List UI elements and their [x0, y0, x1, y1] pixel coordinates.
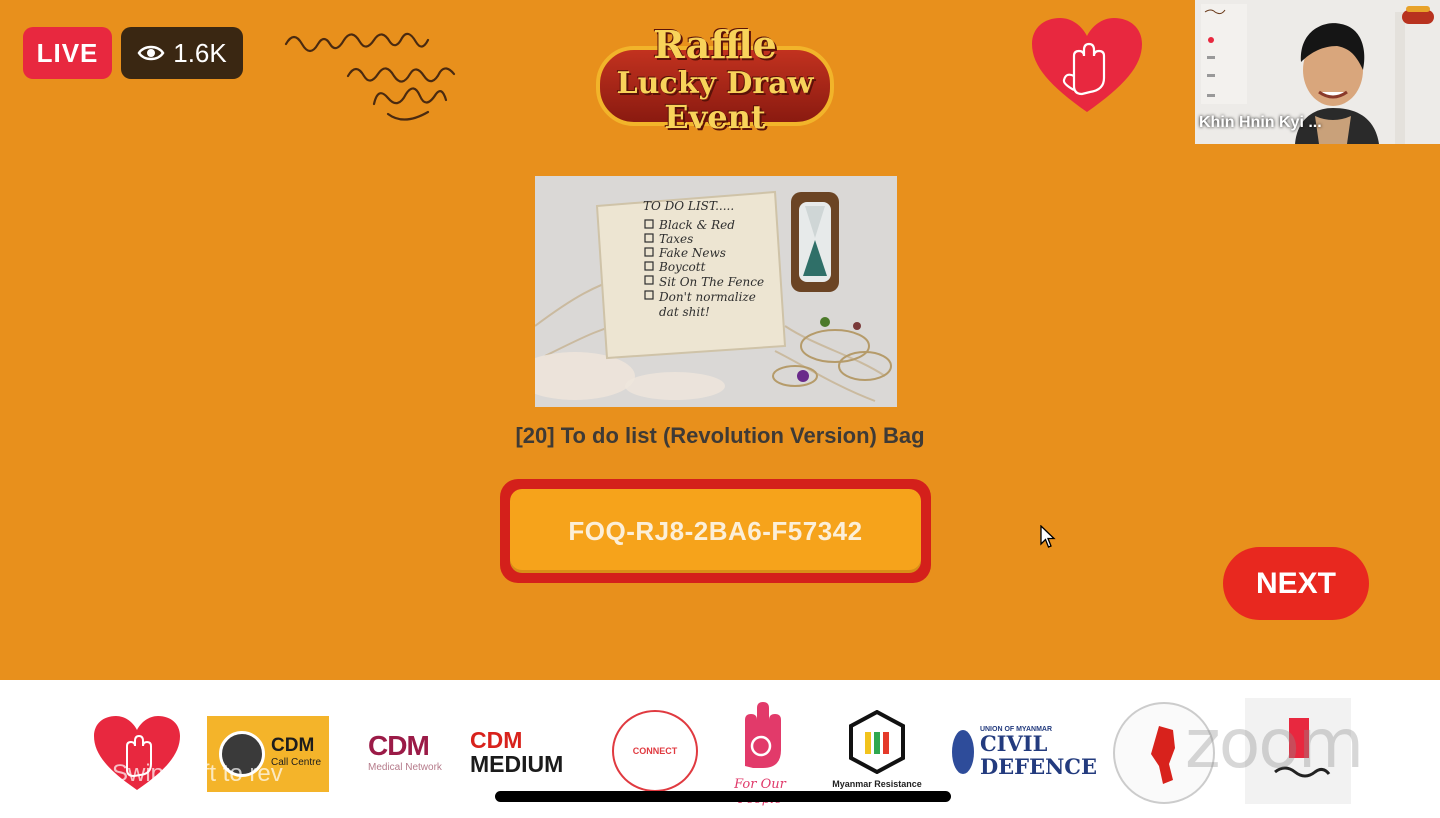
burmese-script-logo [284, 32, 456, 121]
three-finger-heart-icon [1032, 18, 1142, 112]
raffle-lucky-draw-logo: Raffle Lucky Draw Event [592, 20, 838, 136]
zoom-watermark: zoom [1185, 705, 1364, 784]
myanmar-resistance-caption: Myanmar Resistance [832, 779, 922, 789]
mini-raffle-logo [1402, 6, 1434, 24]
eye-icon [137, 45, 165, 61]
prize-photo: TO DO LIST..... Black & Red Taxes Fake N… [535, 176, 897, 407]
webcam-tile[interactable]: Khin Hnin Kyi ... [1195, 0, 1440, 144]
civil-defence-seal-icon [952, 730, 974, 774]
winning-code: FOQ-RJ8-2BA6-F57342 [510, 489, 921, 573]
connect-logo: CONNECT [612, 710, 698, 792]
viewer-count-badge: 1.6K [121, 27, 243, 79]
prize-image-line-7: Don't normalize [658, 290, 756, 304]
raised-hand-icon [745, 702, 781, 768]
prize-image-line-3: Taxes [659, 232, 693, 246]
sponsor-logo-bar: CDM Call Centre CDM Medical Network CDM … [0, 680, 1440, 818]
winning-code-frame: FOQ-RJ8-2BA6-F57342 [500, 479, 931, 583]
prize-image-line-4: Fake News [658, 246, 726, 260]
swipe-hint: Swipe left to rev [112, 760, 283, 787]
cdm-call-centre-title: CDM [271, 735, 315, 756]
viewer-count: 1.6K [173, 37, 227, 68]
logo-line-raffle: Raffle [653, 22, 777, 67]
cdm-medium-line2: MEDIUM [470, 751, 564, 777]
prize-image-line-6: Sit On The Fence [659, 275, 764, 289]
cdm-medical-subtitle: Medical Network [368, 762, 442, 773]
prize-title: [20] To do list (Revolution Version) Bag [515, 423, 925, 448]
cdm-medium-line1: CDM [470, 727, 523, 753]
mini-shared-screen-preview [1201, 4, 1247, 104]
mouse-cursor-icon [1040, 525, 1056, 548]
civil-defence-logo: UNION OF MYANMAR CIVIL DEFENCE [952, 720, 1097, 784]
civil-defence-title: CIVIL [979, 730, 1048, 756]
next-button[interactable]: NEXT [1223, 547, 1369, 620]
connect-label: CONNECT [632, 746, 678, 756]
home-indicator[interactable] [495, 791, 951, 802]
myanmar-resistance-logo: Myanmar Resistance [826, 709, 928, 794]
logo-line-event: Event [664, 98, 766, 136]
prize-image-line-5: Boycott [658, 260, 706, 274]
prize-image-line-2: Black & Red [658, 218, 735, 232]
for-our-people-logo: For Our People [722, 700, 798, 807]
hexagon-flag-icon [849, 709, 905, 775]
civil-defence-title-2: DEFENCE [979, 753, 1097, 779]
prize-image-line-1: TO DO LIST..... [643, 199, 734, 213]
prize-image-line-8: dat shit! [659, 305, 710, 319]
live-badge: LIVE [23, 27, 112, 79]
logo-line-lucky-draw: Lucky Draw [616, 66, 814, 101]
cdm-medical-title: CDM [368, 730, 430, 761]
raffle-stage: LIVE 1.6K Raffle Lucky Draw Event Khin H… [0, 0, 1440, 680]
cdm-medical-network-logo: CDM Medical Network [368, 730, 448, 780]
live-label: LIVE [36, 37, 99, 68]
cdm-medium-logo: CDM MEDIUM [470, 728, 592, 782]
participant-name: Khin Hnin Kyi ... [1199, 114, 1322, 131]
